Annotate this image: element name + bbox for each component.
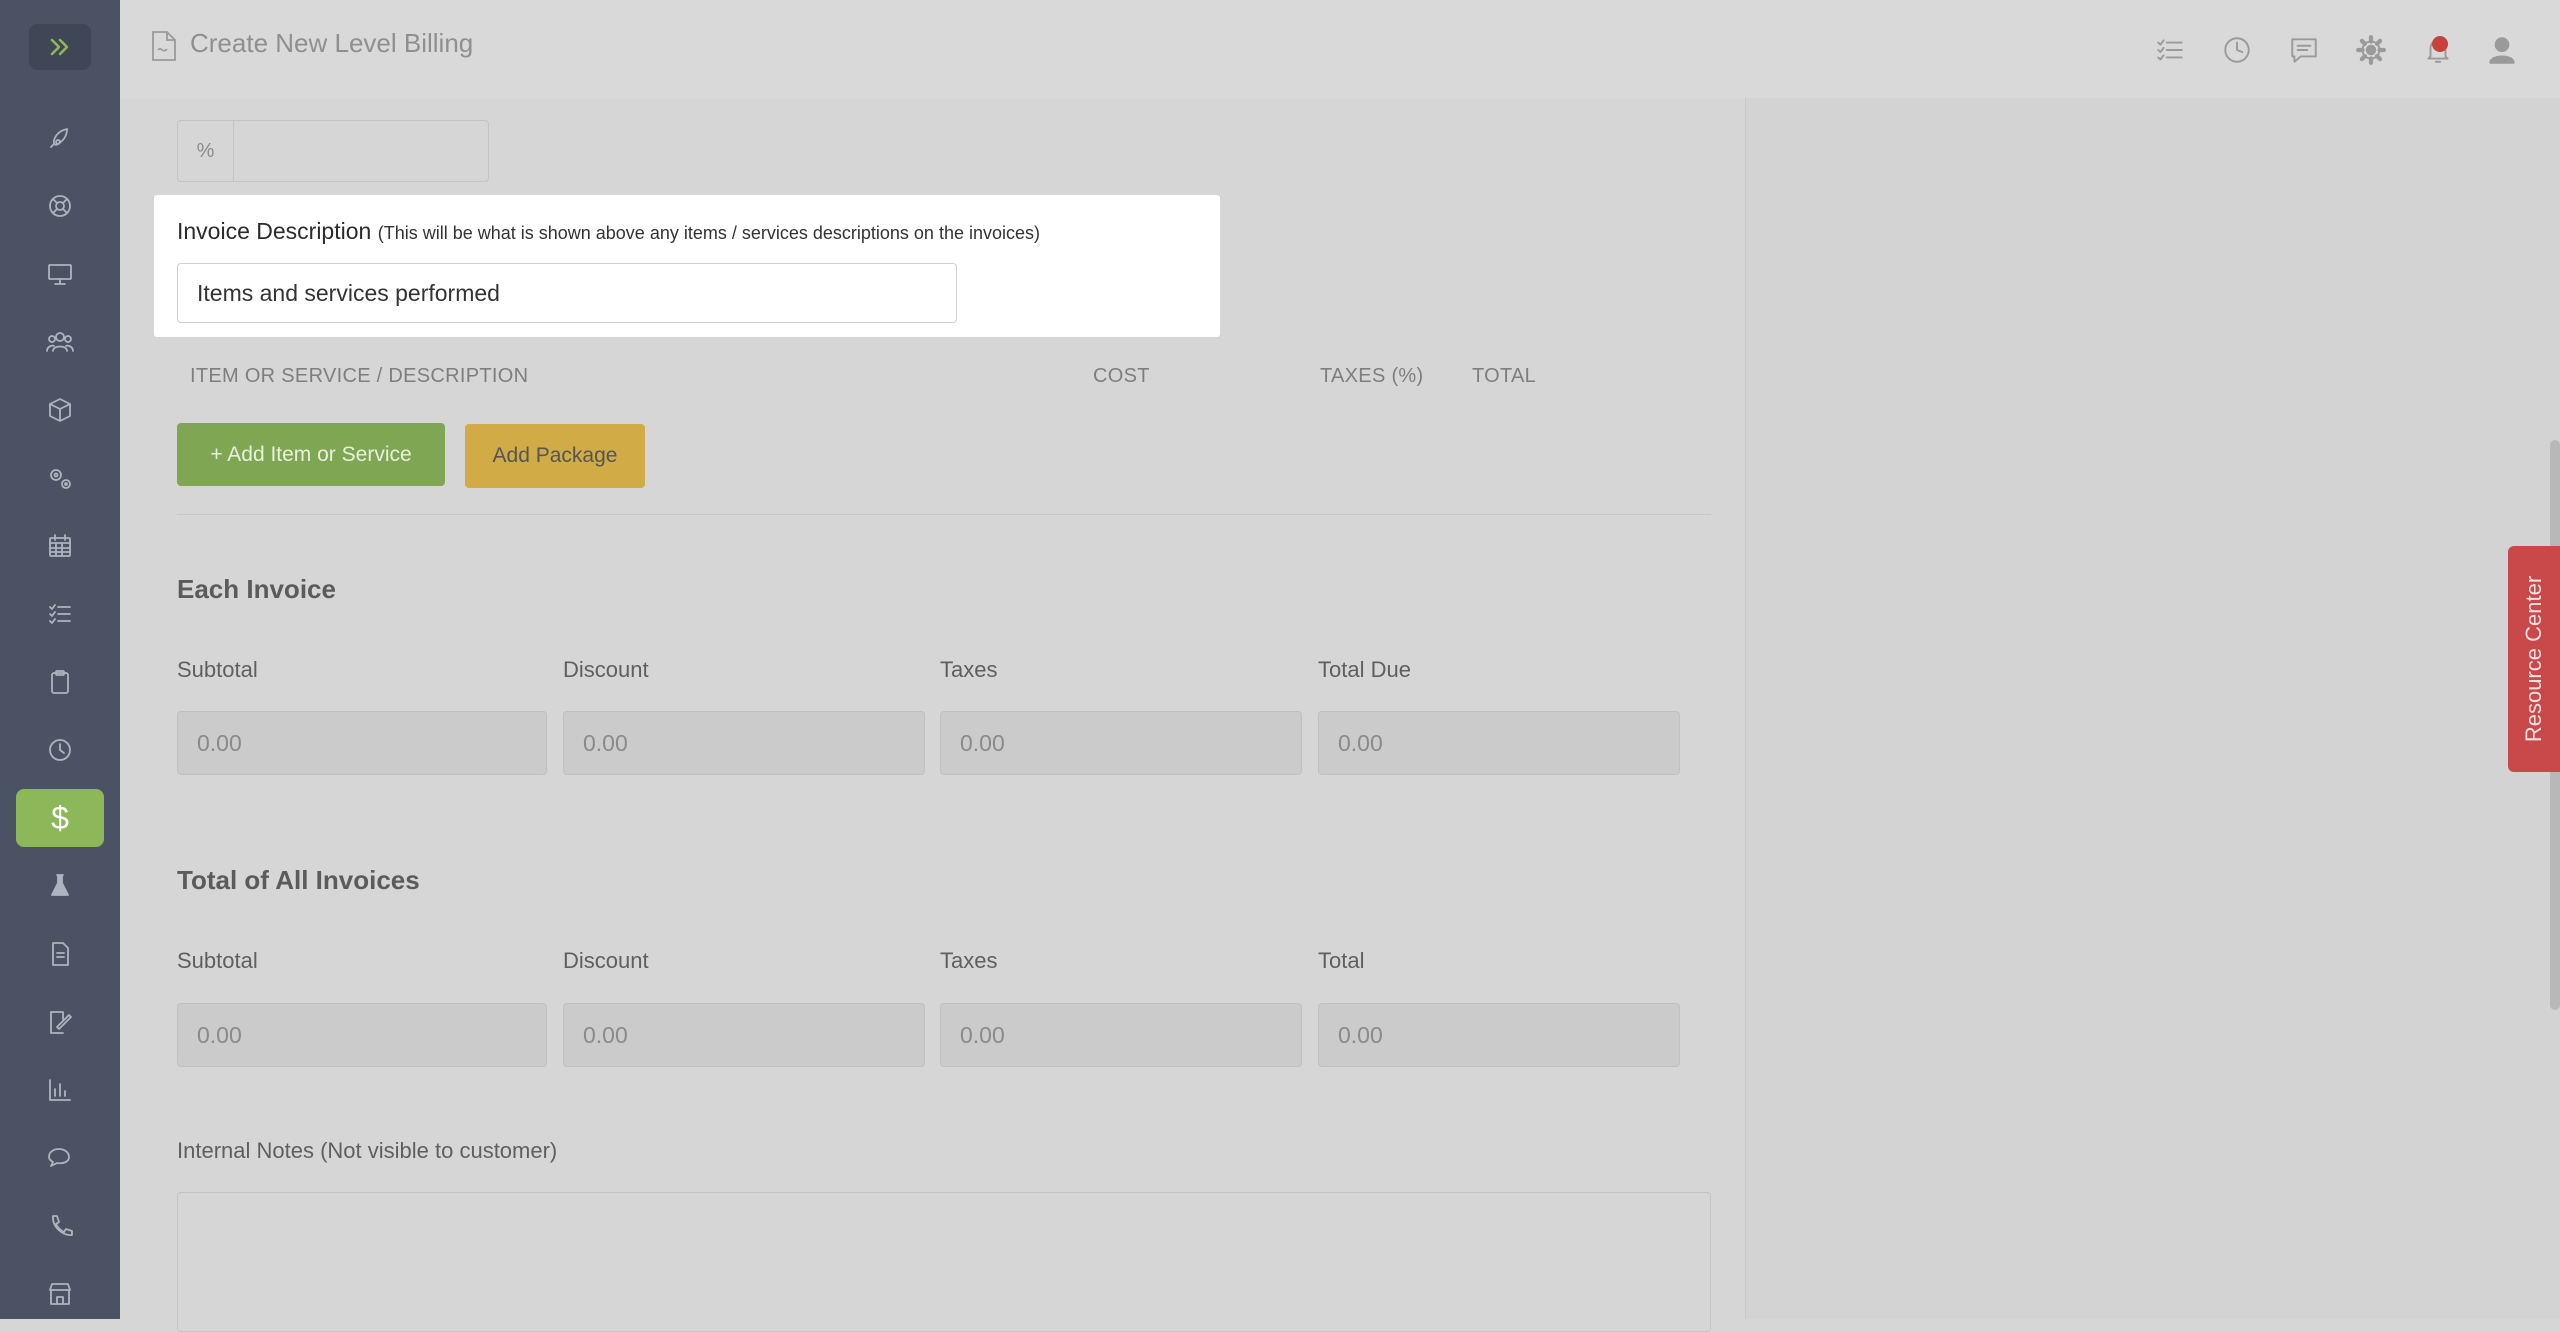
all-discount-field[interactable]: 0.00 bbox=[563, 1003, 925, 1067]
clipboard-icon bbox=[51, 670, 69, 694]
messages-button[interactable] bbox=[2288, 34, 2320, 66]
each-subtotal-label: Subtotal bbox=[177, 657, 258, 682]
checklist-button[interactable] bbox=[2154, 34, 2186, 66]
invoice-description-panel: Invoice Description (This will be what i… bbox=[154, 195, 1220, 337]
chart-icon bbox=[49, 1079, 71, 1101]
expand-sidebar-button[interactable] bbox=[29, 24, 91, 70]
column-header-cost: COST bbox=[1093, 365, 1150, 387]
lifebuoy-icon bbox=[49, 195, 71, 217]
invoice-description-label: Invoice Description (This will be what i… bbox=[177, 218, 1040, 245]
sidebar-item-calendar[interactable] bbox=[16, 517, 104, 575]
percent-addon: % bbox=[178, 121, 234, 181]
sidebar-item-lab[interactable] bbox=[16, 857, 104, 915]
column-header-taxes: TAXES (%) bbox=[1320, 365, 1424, 387]
add-item-button[interactable]: + Add Item or Service bbox=[177, 423, 445, 486]
right-panel bbox=[1745, 98, 2560, 1319]
each-taxes-field[interactable]: 0.00 bbox=[940, 711, 1302, 775]
percent-input[interactable] bbox=[234, 121, 488, 181]
document-icon bbox=[152, 31, 176, 61]
document-icon bbox=[52, 942, 69, 966]
clock-icon bbox=[2224, 37, 2250, 63]
notification-badge bbox=[2432, 36, 2448, 52]
all-total-field[interactable]: 0.00 bbox=[1318, 1003, 1680, 1067]
users-icon bbox=[46, 332, 74, 352]
sidebar-item-clipboard[interactable] bbox=[16, 653, 104, 711]
checklist-icon bbox=[2157, 39, 2183, 61]
all-taxes-field[interactable]: 0.00 bbox=[940, 1003, 1302, 1067]
box-icon bbox=[49, 398, 71, 422]
column-header-total: TOTAL bbox=[1472, 365, 1537, 387]
sidebar-item-calls[interactable] bbox=[16, 1197, 104, 1255]
resource-center-label: Resource Center bbox=[2521, 575, 2546, 743]
sidebar-item-support[interactable] bbox=[16, 177, 104, 235]
percent-input-group: % bbox=[177, 120, 489, 182]
each-total-due-label: Total Due bbox=[1318, 657, 1411, 682]
chat-icon bbox=[48, 1148, 70, 1167]
sidebar-item-devices[interactable] bbox=[16, 245, 104, 303]
resource-center-tab[interactable]: Resource Center bbox=[2508, 546, 2560, 772]
sidebar-item-messages[interactable] bbox=[16, 1129, 104, 1187]
signature-icon bbox=[50, 1011, 72, 1034]
all-invoices-title: Total of All Invoices bbox=[177, 865, 420, 895]
invoice-description-input[interactable]: Items and services performed bbox=[177, 263, 957, 323]
all-discount-label: Discount bbox=[563, 948, 649, 973]
each-taxes-label: Taxes bbox=[940, 657, 998, 682]
invoice-description-hint: (This will be what is shown above any it… bbox=[377, 223, 1040, 243]
store-icon bbox=[49, 1283, 71, 1305]
gear-icon bbox=[2356, 35, 2386, 65]
chat-icon bbox=[2291, 38, 2317, 63]
each-subtotal-field[interactable]: 0.00 bbox=[177, 711, 547, 775]
all-total-label: Total bbox=[1318, 948, 1365, 973]
phone-icon bbox=[52, 1215, 73, 1236]
profile-button[interactable] bbox=[2486, 34, 2518, 66]
rocket-icon bbox=[50, 128, 68, 148]
calendar-icon bbox=[49, 534, 71, 557]
each-invoice-title: Each Invoice bbox=[177, 574, 336, 604]
settings-button[interactable] bbox=[2355, 34, 2387, 66]
checklist-icon bbox=[49, 604, 71, 624]
double-chevron-right-icon bbox=[50, 38, 69, 56]
sidebar: $ bbox=[0, 0, 120, 1319]
internal-notes-label: Internal Notes (Not visible to customer) bbox=[177, 1138, 558, 1163]
sidebar-item-rocket[interactable] bbox=[16, 109, 104, 167]
sidebar-item-time[interactable] bbox=[16, 721, 104, 779]
page-title: Create New Level Billing bbox=[190, 28, 474, 58]
flask-icon bbox=[51, 874, 69, 896]
sidebar-item-inventory[interactable] bbox=[16, 381, 104, 439]
sidebar-item-billing[interactable]: $ bbox=[16, 789, 104, 847]
column-header-item: ITEM OR SERVICE / DESCRIPTION bbox=[190, 365, 529, 387]
invoice-description-title: Invoice Description bbox=[177, 218, 372, 244]
sidebar-item-customers[interactable] bbox=[16, 313, 104, 371]
top-bar: Create New Level Billing bbox=[120, 0, 2560, 99]
all-taxes-label: Taxes bbox=[940, 948, 998, 973]
all-subtotal-field[interactable]: 0.00 bbox=[177, 1003, 547, 1067]
dollar-icon: $ bbox=[51, 799, 69, 836]
sidebar-item-contracts[interactable] bbox=[16, 993, 104, 1051]
each-total-due-field[interactable]: 0.00 bbox=[1318, 711, 1680, 775]
history-button[interactable] bbox=[2221, 34, 2253, 66]
sidebar-item-tasks[interactable] bbox=[16, 585, 104, 643]
sidebar-item-reports[interactable] bbox=[16, 1061, 104, 1119]
sidebar-item-settings[interactable] bbox=[16, 449, 104, 507]
each-discount-field[interactable]: 0.00 bbox=[563, 711, 925, 775]
gears-icon bbox=[50, 469, 71, 489]
add-package-button[interactable]: Add Package bbox=[465, 424, 645, 488]
monitor-icon bbox=[48, 264, 72, 285]
user-icon bbox=[2489, 37, 2515, 64]
clock-icon bbox=[49, 739, 71, 761]
all-subtotal-label: Subtotal bbox=[177, 948, 258, 973]
sidebar-item-store[interactable] bbox=[16, 1265, 104, 1323]
sidebar-item-documents[interactable] bbox=[16, 925, 104, 983]
each-discount-label: Discount bbox=[563, 657, 649, 682]
internal-notes-textarea[interactable] bbox=[177, 1192, 1711, 1332]
divider bbox=[177, 514, 1711, 515]
